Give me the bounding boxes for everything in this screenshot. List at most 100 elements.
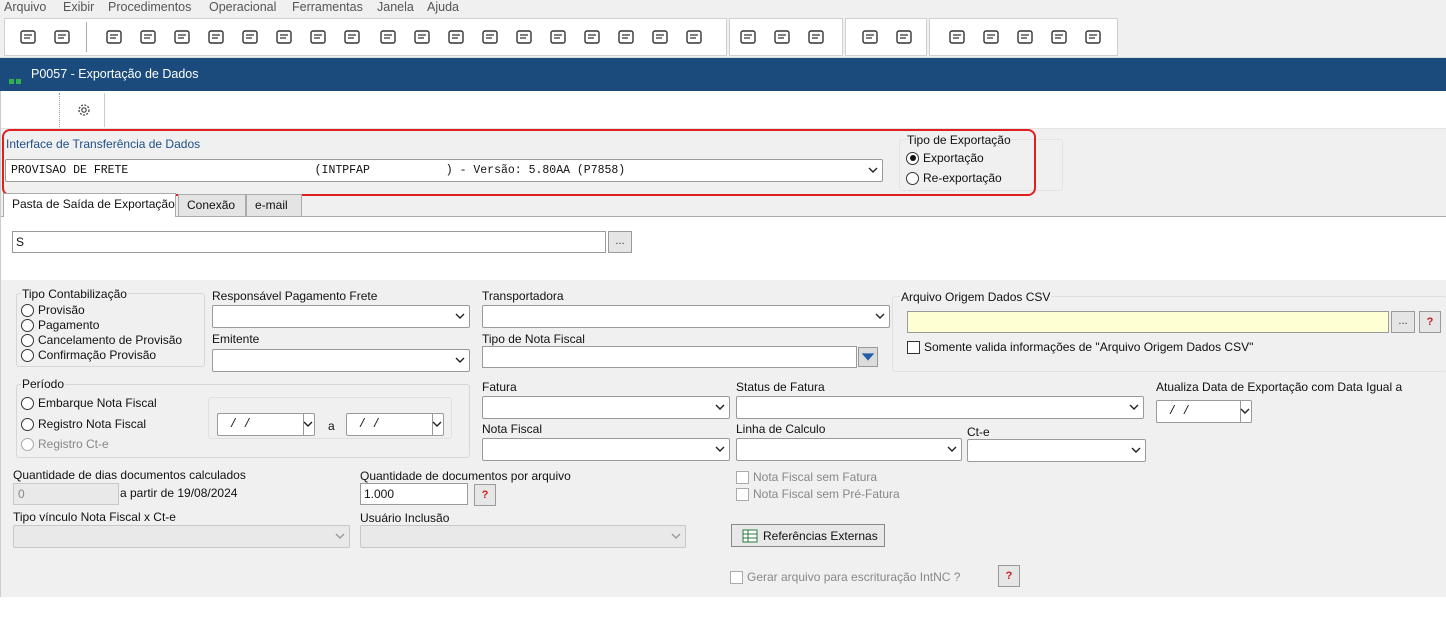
buildings-icon[interactable] bbox=[946, 26, 968, 48]
cte-select[interactable] bbox=[967, 439, 1146, 462]
radio-embarque-nf[interactable]: Embarque Nota Fiscal bbox=[21, 396, 157, 410]
pasta-saida-value: S bbox=[16, 235, 25, 249]
user-key-icon[interactable] bbox=[1048, 26, 1070, 48]
qtd-docs-value: 1.000 bbox=[364, 487, 395, 501]
list-icon[interactable] bbox=[445, 26, 467, 48]
route-icon[interactable] bbox=[737, 26, 759, 48]
chevron-down-icon bbox=[1129, 404, 1139, 410]
ledger-icon[interactable] bbox=[171, 26, 193, 48]
handshake-icon[interactable] bbox=[893, 26, 915, 48]
menu-operacional[interactable]: Operacional bbox=[209, 0, 276, 14]
atualiza-data-value: / / bbox=[1162, 405, 1190, 418]
radio-registro-nf[interactable]: Registro Nota Fiscal bbox=[21, 417, 146, 431]
window-title-bar: P0057 - Exportação de Dados bbox=[0, 58, 1446, 91]
edit-icon[interactable] bbox=[377, 26, 399, 48]
periodo-from-date[interactable]: / / bbox=[217, 413, 315, 436]
location-icon[interactable] bbox=[805, 26, 827, 48]
chevron-down-icon bbox=[455, 357, 465, 363]
invoice-icon[interactable] bbox=[307, 26, 329, 48]
nota-fiscal-label: Nota Fiscal bbox=[482, 422, 543, 436]
fatura-select[interactable] bbox=[482, 396, 730, 419]
truck-cargo-icon[interactable] bbox=[513, 26, 535, 48]
radio-indicator bbox=[21, 396, 34, 410]
pen-icon[interactable] bbox=[239, 26, 261, 48]
sub-toolbar bbox=[1, 91, 1446, 129]
arquivo-csv-input[interactable] bbox=[907, 311, 1389, 333]
arquivo-csv-group bbox=[892, 296, 1446, 372]
qtd-docs-help-button[interactable]: ? bbox=[474, 484, 496, 506]
triangle-down-icon bbox=[861, 353, 875, 361]
referencias-externas-button[interactable]: Referências Externas bbox=[731, 524, 885, 547]
door-icon[interactable] bbox=[51, 26, 73, 48]
tipo-nf-input[interactable] bbox=[482, 346, 857, 368]
pasta-saida-input[interactable]: S bbox=[12, 231, 606, 253]
menu-arquivo[interactable]: Arquivo bbox=[4, 0, 46, 14]
receipt-icon[interactable] bbox=[547, 26, 569, 48]
calculator-icon[interactable] bbox=[411, 26, 433, 48]
truck-icon[interactable] bbox=[103, 26, 125, 48]
gerar-arquivo-help-button[interactable]: ? bbox=[998, 565, 1020, 587]
nf-sem-prefatura-checkbox[interactable]: Nota Fiscal sem Pré-Fatura bbox=[736, 487, 900, 501]
chevron-down-icon bbox=[432, 421, 442, 427]
nota-fiscal-select[interactable] bbox=[482, 438, 730, 461]
chevron-down-icon bbox=[1131, 447, 1141, 453]
document-icon[interactable] bbox=[341, 26, 363, 48]
gerar-arquivo-checkbox[interactable]: Gerar arquivo para escrituração IntNC ? bbox=[730, 570, 960, 584]
status-fatura-label: Status de Fatura bbox=[736, 380, 825, 394]
truck-money-icon[interactable] bbox=[479, 26, 501, 48]
tipo-nf-dropdown-button[interactable] bbox=[858, 347, 878, 367]
tab-pasta-saida[interactable]: Pasta de Saída de Exportação bbox=[3, 193, 176, 217]
globe-icon[interactable] bbox=[273, 26, 295, 48]
transportadora-select[interactable] bbox=[482, 305, 890, 328]
money-map-icon[interactable] bbox=[771, 26, 793, 48]
print-icon[interactable] bbox=[17, 26, 39, 48]
menu-ajuda[interactable]: Ajuda bbox=[427, 0, 459, 14]
atualiza-data-date[interactable]: / / bbox=[1156, 400, 1252, 423]
user-circle-icon[interactable] bbox=[980, 26, 1002, 48]
chevron-down-icon bbox=[1240, 408, 1250, 414]
transportadora-label: Transportadora bbox=[482, 289, 564, 303]
radio-registro-cte-label: Registro Ct-e bbox=[38, 437, 109, 451]
referencias-externas-label: Referências Externas bbox=[763, 528, 878, 543]
qtd-docs-input[interactable]: 1.000 bbox=[360, 483, 468, 505]
factory-icon[interactable] bbox=[205, 26, 227, 48]
arquivo-csv-help-button[interactable]: ? bbox=[1419, 311, 1441, 333]
radio-cancelamento-label: Cancelamento de Provisão bbox=[38, 333, 183, 347]
table-icon[interactable] bbox=[615, 26, 637, 48]
briefcase-icon[interactable] bbox=[1082, 26, 1104, 48]
settings-icon[interactable] bbox=[859, 26, 881, 48]
menu-exibir[interactable]: Exibir bbox=[63, 0, 94, 14]
emitente-label: Emitente bbox=[212, 332, 260, 346]
boxes-icon[interactable] bbox=[581, 26, 603, 48]
tab-email[interactable]: e-mail bbox=[246, 194, 302, 216]
qtd-docs-label: Quantidade de documentos por arquivo bbox=[360, 469, 571, 483]
radio-cancelamento[interactable]: Cancelamento de Provisão bbox=[21, 333, 182, 347]
emitente-select[interactable] bbox=[212, 349, 470, 372]
nf-sem-fatura-checkbox[interactable]: Nota Fiscal sem Fatura bbox=[736, 470, 877, 484]
menu-bar: Arquivo Exibir Procedimentos Operacional… bbox=[0, 0, 1446, 16]
gear-icon[interactable] bbox=[76, 102, 92, 118]
responsavel-select[interactable] bbox=[212, 305, 470, 328]
radio-provisao-label: Provisão bbox=[38, 303, 85, 317]
radio-pagamento[interactable]: Pagamento bbox=[21, 318, 99, 332]
money-doc-icon[interactable] bbox=[683, 26, 705, 48]
pasta-browse-button[interactable]: ... bbox=[608, 231, 632, 253]
linha-calculo-select[interactable] bbox=[736, 438, 962, 461]
somente-valida-checkbox[interactable]: Somente valida informações de "Arquivo O… bbox=[907, 340, 1253, 354]
menu-janela[interactable]: Janela bbox=[377, 0, 414, 14]
nf-sem-fatura-label: Nota Fiscal sem Fatura bbox=[753, 470, 878, 484]
radio-provisao[interactable]: Provisão bbox=[21, 303, 85, 317]
users-circle-icon[interactable] bbox=[1014, 26, 1036, 48]
package-icon[interactable] bbox=[649, 26, 671, 48]
road-icon[interactable] bbox=[137, 26, 159, 48]
menu-procedimentos[interactable]: Procedimentos bbox=[108, 0, 191, 14]
radio-indicator bbox=[21, 333, 34, 347]
status-fatura-select[interactable] bbox=[736, 396, 1144, 419]
tab-conexao[interactable]: Conexão bbox=[178, 194, 246, 216]
spreadsheet-icon bbox=[742, 529, 758, 542]
checkbox-box bbox=[730, 570, 743, 584]
arquivo-csv-browse-button[interactable]: ... bbox=[1391, 311, 1415, 333]
menu-ferramentas[interactable]: Ferramentas bbox=[292, 0, 363, 14]
radio-confirmacao[interactable]: Confirmação Provisão bbox=[21, 348, 156, 362]
periodo-to-date[interactable]: / / bbox=[346, 413, 444, 436]
